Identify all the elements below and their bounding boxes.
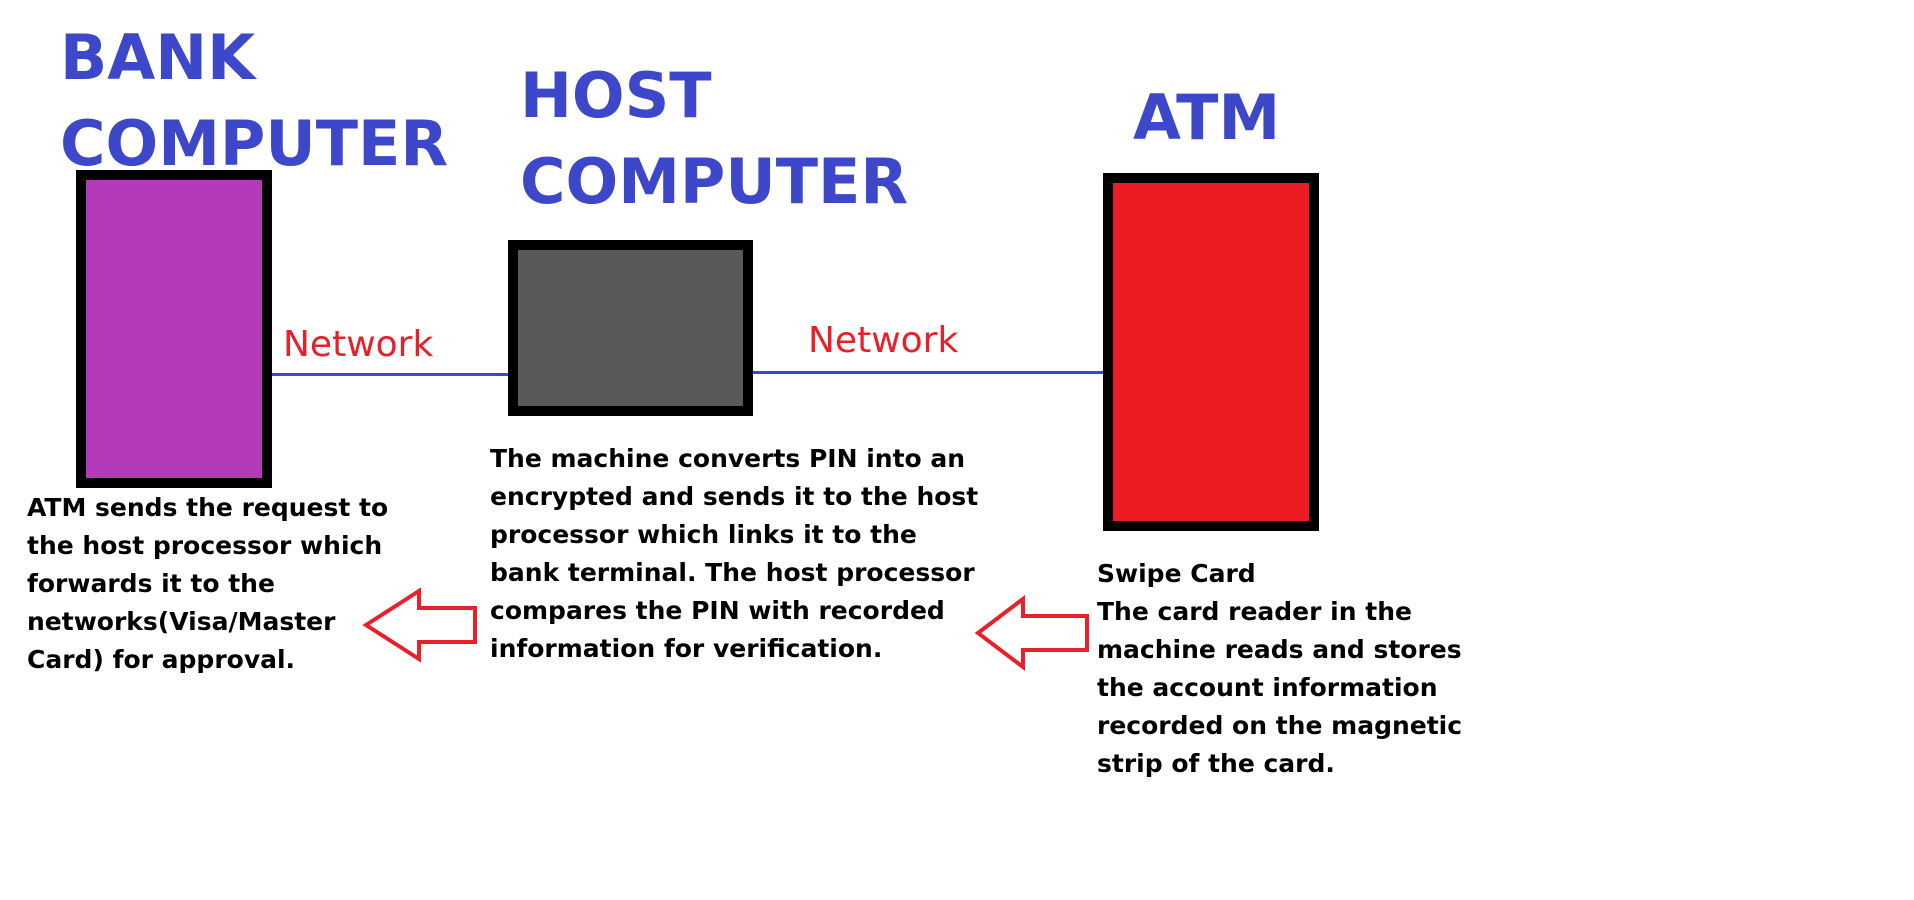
- arrow-shape: [974, 594, 1089, 672]
- flow-arrow-host-to-bank: [362, 587, 477, 663]
- atm-description: Swipe Card The card reader in the machin…: [1097, 559, 1463, 778]
- flow-arrow-atm-to-host: [974, 594, 1089, 672]
- bank-computer-title: BANK COMPUTER: [60, 21, 449, 180]
- arrow-shape: [362, 587, 477, 663]
- host-computer-box: [508, 240, 753, 416]
- atm-box: [1103, 173, 1319, 531]
- host-computer-title: HOST COMPUTER: [520, 59, 909, 218]
- bank-computer-box: [76, 170, 272, 488]
- host-description: The machine converts PIN into an encrypt…: [490, 444, 979, 663]
- bank-description: ATM sends the request to the host proces…: [27, 493, 389, 674]
- network-label-host-atm: Network: [808, 320, 959, 361]
- network-line-host-atm: [742, 371, 1118, 374]
- network-line-bank-host: [262, 373, 522, 376]
- atm-transaction-diagram: BANK COMPUTER HOST COMPUTER ATM Network …: [0, 0, 1914, 900]
- atm-title: ATM: [1133, 81, 1281, 154]
- network-label-bank-host: Network: [283, 324, 434, 365]
